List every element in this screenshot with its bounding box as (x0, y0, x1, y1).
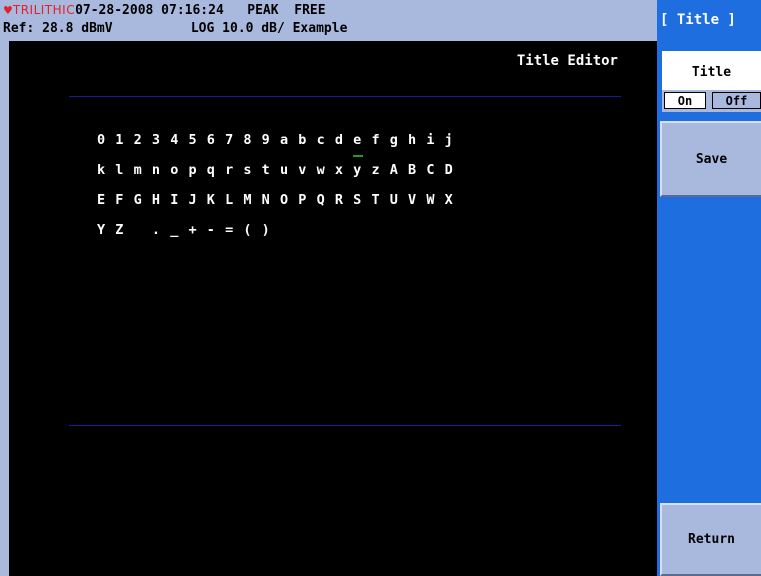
character-key[interactable]: 7 (225, 132, 243, 148)
top-divider (69, 96, 621, 97)
title-on-option[interactable]: On (664, 92, 706, 109)
character-key[interactable]: E (97, 192, 115, 208)
character-key[interactable]: z (371, 162, 389, 178)
character-key[interactable]: P (298, 192, 316, 208)
character-key[interactable]: p (188, 162, 206, 178)
character-key[interactable]: T (371, 192, 389, 208)
character-key[interactable]: K (207, 192, 225, 208)
character-key[interactable]: n (152, 162, 170, 178)
character-row: 0123456789abcdefghij (97, 125, 463, 155)
character-key[interactable]: ( (243, 222, 261, 238)
character-key[interactable]: - (207, 222, 225, 238)
save-button[interactable]: Save (660, 121, 761, 197)
character-key[interactable]: I (170, 192, 188, 208)
character-key[interactable]: c (317, 132, 335, 148)
character-key[interactable]: b (298, 132, 316, 148)
character-key[interactable]: d (335, 132, 353, 148)
bottom-divider (69, 425, 621, 426)
character-key[interactable]: k (97, 162, 115, 178)
datetime: 07-28-2008 07:16:24 (75, 3, 224, 18)
character-key[interactable]: M (243, 192, 261, 208)
character-key[interactable]: 6 (207, 132, 225, 148)
character-key[interactable]: m (134, 162, 152, 178)
selected-character-key[interactable]: y (353, 155, 371, 178)
title-off-option[interactable]: Off (712, 92, 761, 109)
character-key[interactable]: j (445, 132, 463, 148)
character-key[interactable]: e (353, 132, 371, 148)
reference-level: Ref: 28.8 dBmV (3, 21, 113, 36)
character-key[interactable]: X (445, 192, 463, 208)
character-key[interactable]: B (408, 162, 426, 178)
character-key[interactable]: s (243, 162, 261, 178)
character-key[interactable]: R (335, 192, 353, 208)
title-toggle[interactable]: On Off (662, 90, 761, 112)
title-editor-screen: Title Editor 0123456789abcdefghijklmnopq… (9, 41, 655, 576)
character-key[interactable]: f (371, 132, 389, 148)
character-key[interactable]: w (317, 162, 335, 178)
scale-readout: LOG 10.0 dB/ Example (190, 21, 348, 36)
title-softkey-label: Title (662, 51, 761, 91)
softkey-menu-title: [ Title ] (657, 0, 761, 41)
character-key[interactable]: l (115, 162, 133, 178)
character-key[interactable]: = (225, 222, 243, 238)
character-key[interactable]: a (280, 132, 298, 148)
character-key[interactable]: o (170, 162, 188, 178)
character-key[interactable]: Y (97, 222, 115, 238)
character-key[interactable]: G (134, 192, 152, 208)
character-key[interactable]: N (262, 192, 280, 208)
character-key[interactable]: O (280, 192, 298, 208)
character-key[interactable]: U (390, 192, 408, 208)
character-key[interactable]: W (426, 192, 444, 208)
softkey-panel: [ Title ] Title On Off Save Return (657, 0, 761, 576)
character-key[interactable]: 3 (152, 132, 170, 148)
trilithic-logo-icon: ♥ (3, 4, 13, 17)
character-key[interactable]: ) (262, 222, 280, 238)
return-button[interactable]: Return (660, 503, 761, 576)
character-key[interactable]: C (426, 162, 444, 178)
character-key[interactable]: h (408, 132, 426, 148)
character-key[interactable]: q (207, 162, 225, 178)
character-key[interactable]: . (152, 222, 170, 238)
character-key[interactable]: u (280, 162, 298, 178)
character-key[interactable]: 1 (115, 132, 133, 148)
character-key[interactable]: + (188, 222, 206, 238)
character-row: YZ . _ + - =() (97, 215, 463, 245)
character-key[interactable]: i (426, 132, 444, 148)
character-key[interactable]: x (335, 162, 353, 178)
character-grid: 0123456789abcdefghijklmnopqrstuvwxyzABCD… (97, 125, 463, 245)
character-key[interactable]: v (298, 162, 316, 178)
character-key[interactable]: t (262, 162, 280, 178)
character-key[interactable]: 8 (243, 132, 261, 148)
character-key[interactable]: 9 (262, 132, 280, 148)
character-key[interactable]: S (353, 192, 371, 208)
character-key[interactable]: Q (317, 192, 335, 208)
character-key[interactable]: H (152, 192, 170, 208)
character-row: EFGHIJKLMNOPQRSTUVWX (97, 185, 463, 215)
character-key[interactable]: A (390, 162, 408, 178)
page-title: Title Editor (516, 53, 618, 69)
status-bar: ♥TRILITHIC07-28-2008 07:16:24 PEAK FREE … (0, 0, 657, 41)
character-key[interactable]: 4 (170, 132, 188, 148)
character-row: klmnopqrstuvwxyzABCD (97, 155, 463, 185)
left-bezel (0, 41, 9, 576)
character-key[interactable]: g (390, 132, 408, 148)
detector-mode: PEAK (247, 3, 279, 18)
character-key[interactable]: r (225, 162, 243, 178)
character-key[interactable]: 2 (134, 132, 152, 148)
character-key[interactable]: Z (115, 222, 133, 238)
sweep-mode: FREE (294, 3, 326, 18)
character-key[interactable]: F (115, 192, 133, 208)
character-key[interactable]: D (445, 162, 463, 178)
character-key[interactable]: _ (170, 222, 188, 238)
character-key[interactable]: 5 (188, 132, 206, 148)
brand-name: TRILITHIC (12, 3, 76, 17)
character-key[interactable]: L (225, 192, 243, 208)
analyzer-window: ♥TRILITHIC07-28-2008 07:16:24 PEAK FREE … (0, 0, 761, 576)
character-key[interactable]: V (408, 192, 426, 208)
character-key[interactable]: 0 (97, 132, 115, 148)
character-key[interactable]: J (188, 192, 206, 208)
